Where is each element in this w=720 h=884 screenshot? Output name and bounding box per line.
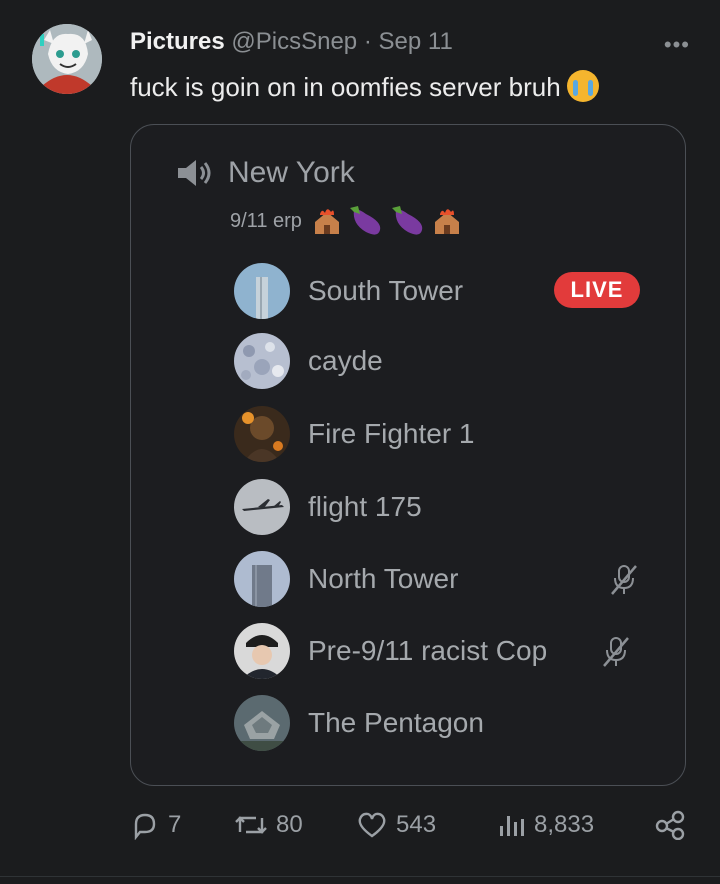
like-button[interactable]: 543 [356,810,436,840]
retweet-count: 80 [276,811,303,838]
loudly-crying-face-icon [566,70,599,102]
voice-member[interactable]: flight 175 [234,478,422,536]
member-avatar [234,479,290,535]
muted-microphone-icon [611,565,637,595]
tweet-actions: 7 80 543 8,833 [0,810,720,854]
reply-count: 7 [168,811,182,838]
retweet-icon [235,816,267,834]
separator: · [363,28,372,55]
views-count: 8,833 [534,811,595,838]
voice-member[interactable]: Fire Fighter 1 [234,405,475,463]
share-button[interactable] [654,810,694,840]
more-options-icon[interactable]: ••• [664,32,690,58]
display-name[interactable]: Pictures [130,28,225,55]
member-avatar [234,551,290,607]
voice-channel-header: New York [176,156,355,190]
member-name: The Pentagon [308,707,484,738]
member-name: South Tower [308,275,464,306]
member-avatar [234,623,290,679]
member-name: Pre-9/11 racist Cop [308,635,548,666]
share-icon [655,810,685,840]
muted-microphone-icon [603,637,629,667]
tweet-text-content: fuck is goin on in oomfies server bruh [130,72,561,102]
member-name: North Tower [308,563,459,594]
tweet-header: Pictures @PicsSnep · Sep 11 [130,28,453,56]
eggplant-emoji-icon [349,206,381,235]
reply-button[interactable]: 7 [130,810,181,840]
like-count: 543 [396,811,437,838]
tweet-date[interactable]: Sep 11 [379,28,453,55]
author-avatar[interactable] [32,24,102,94]
author-avatar-image [32,24,102,94]
member-name: flight 175 [308,491,422,522]
member-avatar [234,333,290,389]
member-name: cayde [308,345,383,376]
channel-status: 9/11 erp [230,204,462,238]
reply-icon [134,813,156,840]
views-button[interactable]: 8,833 [496,810,594,840]
live-badge: LIVE [554,272,640,308]
voice-member[interactable]: The Pentagon [234,694,484,752]
views-chart-icon [500,816,524,836]
heart-icon [358,812,386,838]
member-avatar [234,406,290,462]
divider [0,876,720,877]
member-avatar [234,695,290,751]
voice-member[interactable]: cayde [234,332,383,390]
voice-member[interactable]: North Tower [234,550,458,608]
retweet-button[interactable]: 80 [234,810,303,840]
channel-status-text: 9/11 erp [230,209,302,232]
eggplant-emoji-icon [391,206,423,235]
speaker-icon [178,160,211,186]
voice-member[interactable]: Pre-9/11 racist Cop [234,622,547,680]
tweet-text: fuck is goin on in oomfies server bruh [130,70,599,103]
member-avatar [234,263,290,319]
member-name: Fire Fighter 1 [308,418,475,449]
voice-member[interactable]: South Tower [234,262,463,320]
channel-name: New York [228,156,355,189]
handle[interactable]: @PicsSnep [231,28,357,55]
house-fire-emoji-icon [434,209,459,234]
house-fire-emoji-icon [314,209,339,234]
